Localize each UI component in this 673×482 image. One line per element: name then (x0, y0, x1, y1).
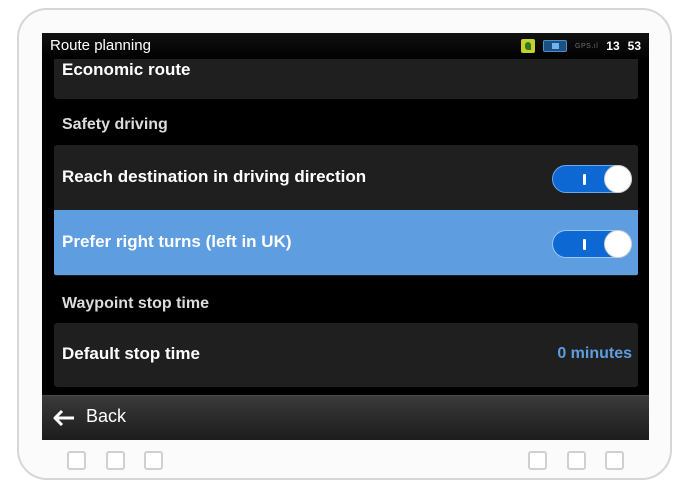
list-item-economic-route[interactable]: Economic route (54, 55, 638, 99)
section-header-safety-driving: Safety driving (62, 116, 168, 133)
hardware-button-right-3[interactable] (605, 451, 624, 470)
setting-row-default-stop-time[interactable]: Default stop time 0 minutes (54, 323, 638, 387)
status-icons: GPS.ıl 13 53 (521, 37, 641, 55)
prefer-right-turns-toggle[interactable] (552, 230, 632, 258)
section-header-waypoint-stop-time: Waypoint stop time (62, 295, 209, 312)
back-arrow-icon (53, 410, 74, 426)
list-item-label: Economic route (62, 60, 191, 79)
reach-destination-toggle[interactable] (552, 165, 632, 193)
setting-label: Default stop time (62, 344, 200, 363)
setting-row-reach-destination[interactable]: Reach destination in driving direction (54, 145, 638, 210)
default-stop-time-value: 0 minutes (557, 345, 632, 362)
back-bar[interactable]: Back (42, 395, 649, 440)
toggle-knob (604, 230, 632, 258)
hardware-button-left-1[interactable] (67, 451, 86, 470)
hardware-button-right-1[interactable] (528, 451, 547, 470)
device-screen: Economic route Route planning GPS.ıl 13 … (42, 33, 649, 440)
clock-hour: 13 (606, 39, 620, 53)
hardware-button-left-3[interactable] (144, 451, 163, 470)
toggle-on-indicator (583, 239, 586, 250)
toggle-on-indicator (583, 174, 586, 185)
gps-signal-label: GPS.ıl (575, 42, 599, 50)
back-button-label: Back (86, 406, 127, 426)
safety-driving-group: Reach destination in driving direction P… (54, 145, 638, 276)
setting-label: Prefer right turns (left in UK) (62, 232, 292, 251)
battery-icon (543, 40, 568, 52)
hardware-button-right-2[interactable] (567, 451, 586, 470)
screen-title: Route planning (50, 37, 151, 54)
toggle-knob (604, 165, 632, 193)
hardware-button-left-2[interactable] (106, 451, 125, 470)
setting-label: Reach destination in driving direction (62, 167, 367, 186)
status-bar: Route planning GPS.ıl 13 53 (42, 33, 649, 59)
setting-row-prefer-right-turns[interactable]: Prefer right turns (left in UK) (54, 210, 638, 275)
gps-status-icon (521, 39, 536, 53)
clock-minute: 53 (627, 39, 641, 53)
